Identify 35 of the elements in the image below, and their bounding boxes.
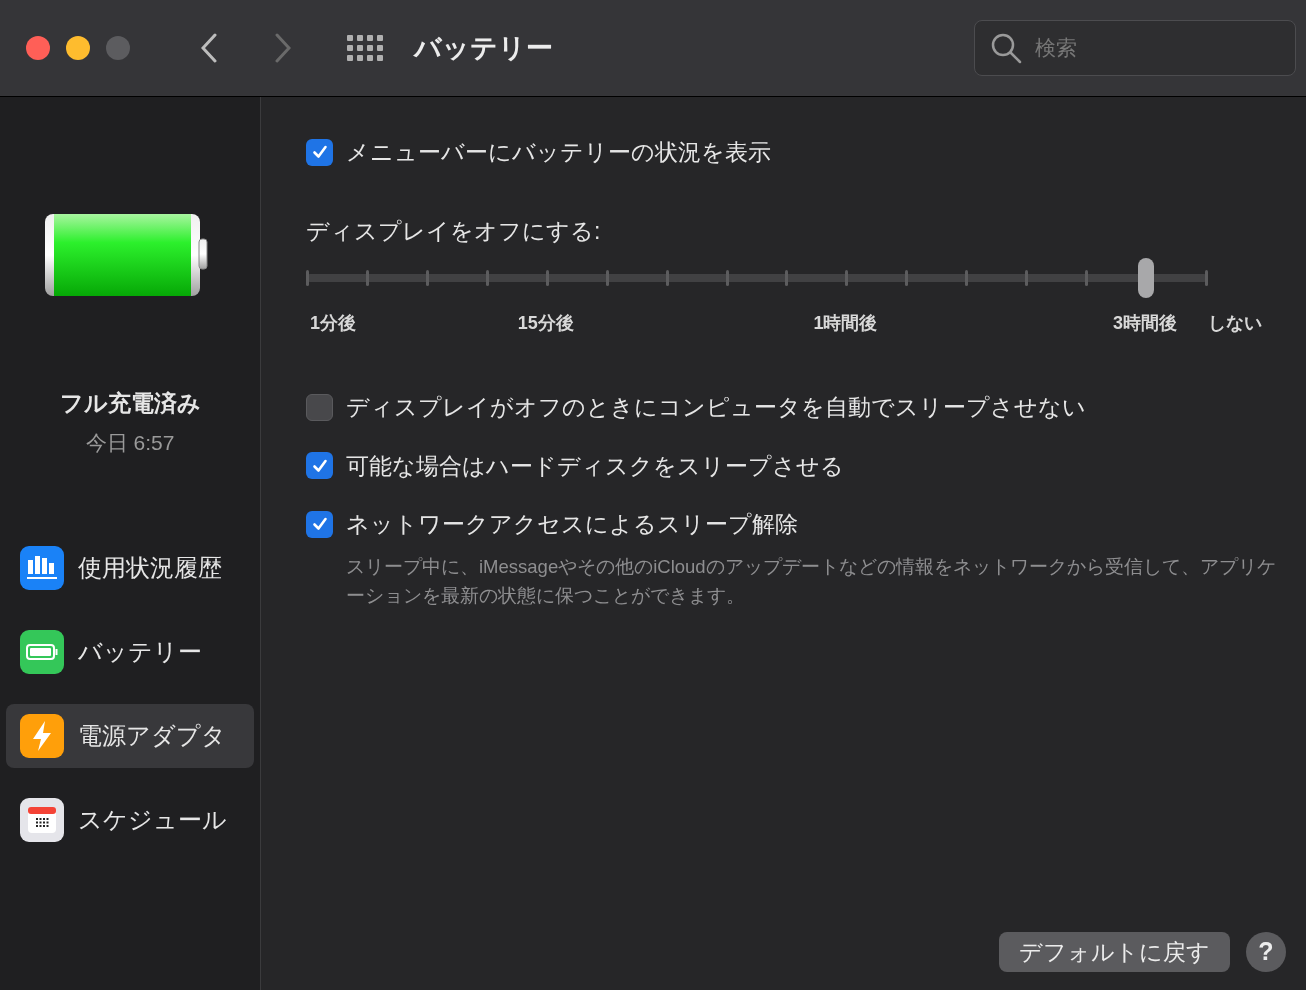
tick-label: しない (1207, 312, 1262, 335)
battery-status: フル充電済み (58, 389, 202, 418)
checkbox[interactable] (306, 393, 333, 421)
grid-icon[interactable] (347, 35, 383, 61)
checkbox-label: ネットワークアクセスによるスリープ解除 (346, 510, 798, 539)
slider-thumb[interactable] (1138, 258, 1155, 298)
sidebar-item[interactable]: スケジュール (6, 788, 254, 852)
slider-label: ディスプレイをオフにする: (306, 216, 602, 246)
tick-label: 3時間後 (1113, 312, 1178, 335)
charged-time: 今日 6:57 (84, 429, 176, 456)
battery-icon (20, 630, 64, 674)
close-button[interactable] (26, 36, 50, 60)
sidebar-item[interactable]: 使用状況履歴 (6, 536, 254, 600)
search-field[interactable]: 検索 (974, 20, 1296, 76)
lightning-bolt-icon (20, 714, 64, 758)
tick-label: 1分後 (310, 312, 356, 335)
calendar-icon (20, 798, 64, 842)
minimize-button[interactable] (66, 36, 90, 60)
window-title: バッテリー (414, 31, 553, 65)
tick-label: 15分後 (517, 312, 574, 335)
back-icon[interactable] (201, 33, 217, 63)
sidebar-item[interactable]: 電源アダプタ (6, 704, 254, 768)
checkbox-label: 可能な場合はハードディスクをスリープさせる (346, 451, 844, 481)
checkbox[interactable] (306, 452, 333, 480)
checkbox-label: メニューバーにバッテリーの状況を表示 (346, 138, 771, 167)
checkbox-label: ディスプレイがオフのときにコンピュータを自動でスリープさせない (346, 393, 1086, 422)
tick-label: 1時間後 (813, 312, 878, 335)
checkbox[interactable] (306, 138, 333, 166)
search-icon (990, 32, 1022, 64)
sidebar-item[interactable]: バッテリー (6, 620, 254, 684)
description-text: スリープ中に、iMessageやその他のiCloudのアップデートなどの情報をネットワークから受信して、アプリケーションを最新の状態に保つことができます。 (346, 554, 1277, 608)
restore-defaults-button[interactable]: デフォルトに戻す (999, 932, 1230, 972)
help-button[interactable]: ? (1246, 932, 1286, 972)
bar-chart-icon (20, 546, 64, 590)
checkbox[interactable] (306, 510, 333, 538)
